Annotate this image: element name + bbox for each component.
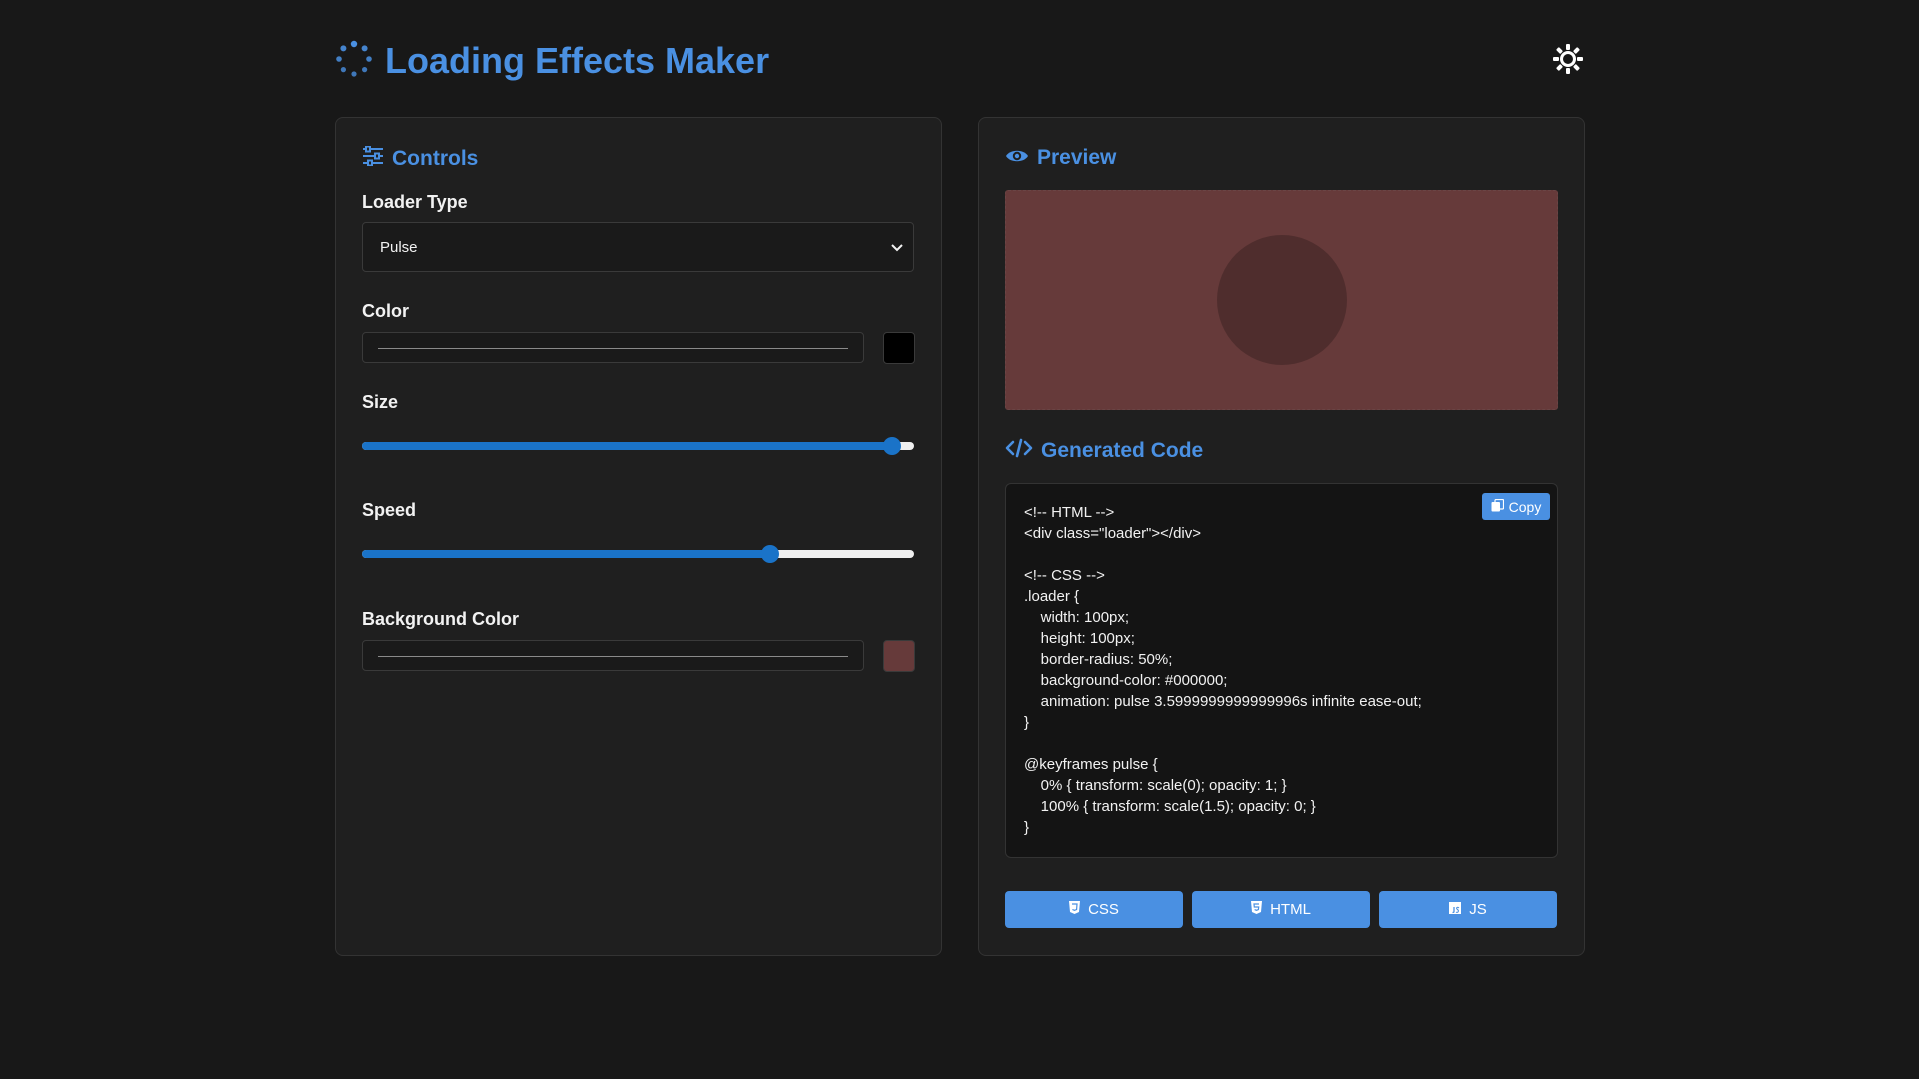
preview-heading: Preview [1005,146,1116,170]
color-label: Color [362,301,409,321]
background-color-input[interactable] [362,640,864,671]
eye-icon [1005,146,1029,170]
background-color-label: Background Color [362,609,520,629]
export-js-button[interactable]: JS [1379,891,1557,928]
loader-type-select[interactable]: Pulse [362,222,914,272]
generated-code-title: Generated Code [1041,439,1204,462]
export-js-label: JS [1469,901,1487,918]
loader-type-value: Pulse [380,238,418,256]
preview-title: Preview [1037,146,1117,169]
controls-panel: Controls Loader Type Pulse Color Size Sp… [335,117,942,956]
copy-icon [1491,498,1504,515]
color-input-line [378,348,848,349]
app-title: Loading Effects Maker [385,40,770,81]
theme-toggle-button[interactable] [1551,43,1585,79]
code-text: <!-- HTML --> <div class="loader"></div>… [1024,504,1422,836]
size-slider-thumb[interactable] [882,437,901,455]
generated-code-heading: Generated Code [1005,438,1203,464]
background-color-swatch[interactable] [883,640,915,672]
speed-slider-thumb[interactable] [761,545,780,563]
spinner-icon [335,40,373,83]
export-html-label: HTML [1270,901,1311,918]
code-block: <!-- HTML --> <div class="loader"></div>… [1005,483,1558,858]
loader-type-label: Loader Type [362,192,468,212]
code-icon [1005,438,1033,464]
copy-button[interactable]: Copy [1482,493,1550,520]
sun-icon [1553,43,1583,79]
export-css-label: CSS [1088,901,1119,918]
size-slider-fill [362,442,892,450]
brand: Loading Effects Maker [335,40,769,83]
sliders-icon [362,145,384,172]
speed-slider[interactable] [362,544,914,564]
export-css-button[interactable]: CSS [1005,891,1183,928]
app-header: Loading Effects Maker [335,36,1585,86]
html5-icon [1251,901,1263,918]
speed-slider-fill [362,550,771,558]
preview-panel: Preview Generated Code <!-- HTML --> <di… [978,117,1585,956]
js-icon [1449,901,1462,918]
chevron-down-icon [891,239,903,256]
speed-label: Speed [362,500,417,520]
background-color-input-line [378,656,848,657]
color-input[interactable] [362,332,864,363]
preview-canvas [1005,190,1558,410]
size-label: Size [362,392,399,412]
export-html-button[interactable]: HTML [1192,891,1370,928]
copy-label: Copy [1508,498,1542,515]
color-swatch[interactable] [883,332,915,364]
css3-icon [1069,901,1081,918]
controls-title: Controls [392,147,479,170]
size-slider[interactable] [362,436,914,456]
pulse-loader [1217,235,1347,365]
controls-heading: Controls [362,145,479,172]
